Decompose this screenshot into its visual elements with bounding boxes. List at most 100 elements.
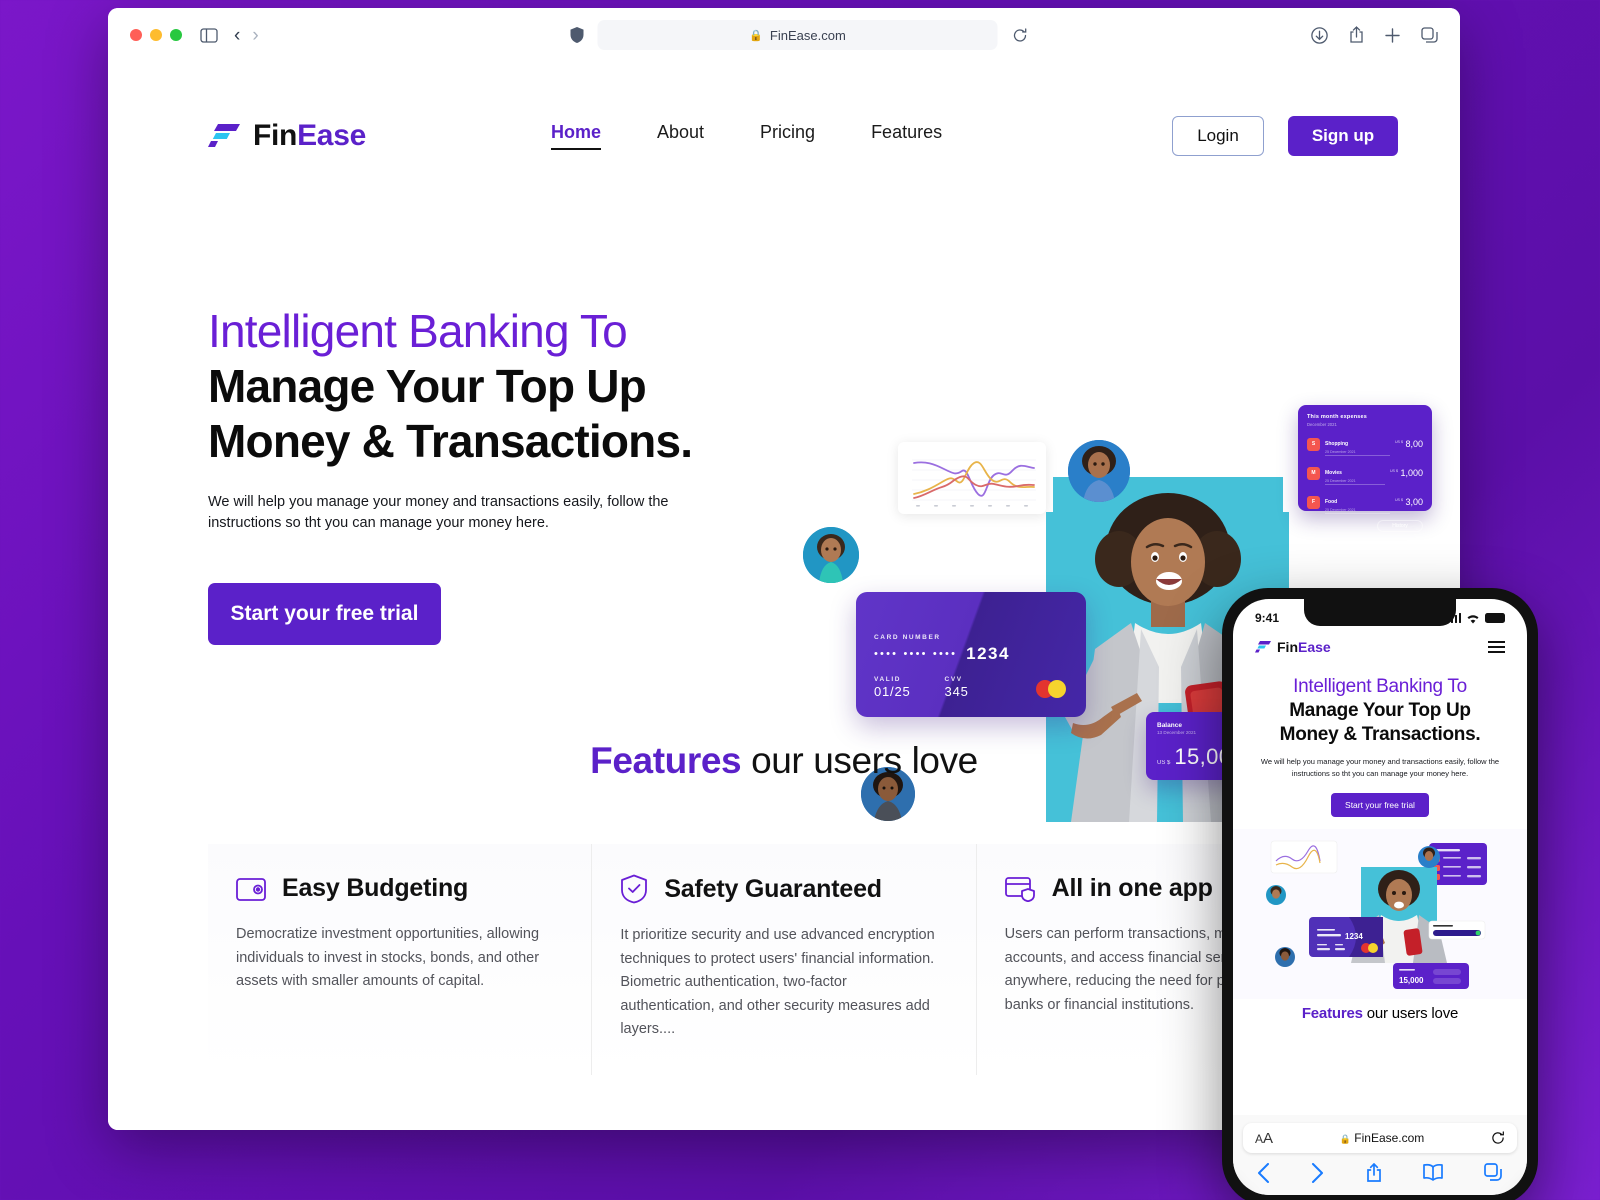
- expense-date: 25 December 2021: [1325, 508, 1356, 512]
- logo-part-1: Fin: [253, 119, 298, 152]
- maximize-window-button[interactable]: [170, 29, 182, 41]
- expense-amount-value: 8,00: [1405, 439, 1423, 449]
- feature-title: Easy Budgeting: [282, 874, 469, 903]
- mini-chart-card: [898, 442, 1046, 514]
- features-title-rest: our users love: [741, 740, 978, 782]
- text-size-button[interactable]: AA: [1255, 1130, 1273, 1147]
- feature-title: Safety Guaranteed: [664, 874, 882, 903]
- mobile-phone-mockup: 9:41 FinEase Intelligent Banking To Mana…: [1222, 588, 1538, 1200]
- share-icon[interactable]: [1349, 26, 1364, 44]
- main-nav: Home About Pricing Features: [550, 122, 942, 150]
- svg-text:1234: 1234: [1345, 932, 1363, 941]
- reload-icon[interactable]: [1013, 27, 1028, 43]
- hero-heading-line1: Intelligent Banking To: [208, 305, 628, 357]
- forward-icon[interactable]: ›: [252, 26, 258, 45]
- minimize-window-button[interactable]: [150, 29, 162, 41]
- phone-reload-icon[interactable]: [1491, 1131, 1505, 1145]
- new-tab-icon[interactable]: [1385, 27, 1400, 43]
- expense-row: F Food 25 December 2021 US $ 3,00: [1307, 490, 1423, 514]
- phone-nav-bar: [1243, 1153, 1517, 1183]
- battery-icon: [1485, 613, 1505, 623]
- expense-currency: US $: [1389, 469, 1398, 473]
- expense-badge: F: [1307, 495, 1320, 509]
- lock-icon: 🔒: [749, 29, 763, 42]
- phone-start-free-trial-button[interactable]: Start your free trial: [1331, 792, 1429, 817]
- hero-section: Intelligent Banking To Manage Your Top U…: [108, 172, 1460, 822]
- phone-features-rest: our users love: [1362, 1004, 1459, 1022]
- expense-info: Food 25 December 2021: [1325, 490, 1390, 514]
- finease-logo-icon: [1255, 640, 1272, 654]
- shield-check-icon: [620, 874, 648, 904]
- auth-buttons: Login Sign up: [1172, 116, 1398, 156]
- feature-body: It prioritize security and use advanced …: [620, 927, 935, 1037]
- expense-name: Food: [1325, 499, 1338, 505]
- expense-amount: US $ 8,00: [1395, 439, 1423, 449]
- nav-arrows[interactable]: ‹ ›: [234, 26, 259, 45]
- expense-badge: S: [1307, 437, 1320, 451]
- hero-heading-line2: Manage Your Top Up: [208, 360, 647, 413]
- signup-button[interactable]: Sign up: [1288, 116, 1398, 156]
- phone-hero-line3: Money & Transactions.: [1279, 723, 1481, 745]
- logo-text: FinEase: [253, 119, 366, 153]
- expense-row: M Movies 25 December 2021 US $ 1,000: [1307, 461, 1423, 485]
- nav-item-about[interactable]: About: [657, 122, 704, 150]
- feature-header: Safety Guaranteed: [620, 874, 937, 904]
- expense-name: Shopping: [1325, 441, 1349, 447]
- phone-notch: [1304, 599, 1456, 626]
- wallet-icon: [236, 876, 266, 902]
- avatar-1: [803, 527, 859, 583]
- phone-address-bar[interactable]: AA 🔒 FinEase.com: [1243, 1123, 1517, 1153]
- expense-name: Movies: [1325, 470, 1342, 476]
- mini-line-chart: [912, 459, 1036, 507]
- phone-hero: Intelligent Banking To Manage Your Top U…: [1233, 659, 1527, 817]
- nav-item-pricing[interactable]: Pricing: [760, 122, 815, 150]
- expense-info: Shopping 25 December 2021: [1325, 432, 1390, 456]
- back-icon[interactable]: ‹: [234, 26, 240, 45]
- lock-icon: 🔒: [1339, 1134, 1351, 1144]
- feature-card-safety-guaranteed: Safety Guaranteed It prioritize security…: [591, 844, 976, 1076]
- phone-bookmarks-icon[interactable]: [1422, 1163, 1443, 1183]
- wifi-icon: [1466, 613, 1480, 624]
- phone-features-title: Features our users love: [1233, 1005, 1527, 1022]
- download-icon[interactable]: [1311, 26, 1328, 44]
- phone-logo-part-2: Ease: [1298, 639, 1331, 655]
- shield-icon[interactable]: [570, 27, 584, 43]
- hero-subtext: We will help you manage your money and t…: [208, 493, 669, 532]
- phone-tabs-icon[interactable]: [1484, 1163, 1503, 1183]
- close-window-button[interactable]: [130, 29, 142, 41]
- card-number-label: CARD NUMBER: [874, 634, 941, 641]
- toolbar-actions: [1311, 26, 1438, 44]
- phone-features-highlight: Features: [1301, 1004, 1363, 1022]
- hero-heading-line3: Money & Transactions.: [208, 415, 693, 468]
- phone-logo-text: FinEase: [1277, 639, 1331, 655]
- phone-share-icon[interactable]: [1366, 1163, 1382, 1183]
- browser-toolbar: ‹ › 🔒 FinEase.com: [108, 8, 1460, 62]
- phone-logo[interactable]: FinEase: [1255, 639, 1331, 655]
- finease-logo-icon: [208, 122, 242, 150]
- phone-forward-icon[interactable]: [1311, 1163, 1324, 1183]
- start-free-trial-button[interactable]: Start your free trial: [208, 583, 441, 646]
- nav-item-features[interactable]: Features: [871, 122, 942, 150]
- phone-url: 🔒 FinEase.com: [1273, 1131, 1491, 1145]
- hero-heading: Intelligent Banking To Manage Your Top U…: [208, 304, 768, 470]
- hamburger-icon[interactable]: [1488, 641, 1505, 653]
- login-button[interactable]: Login: [1172, 116, 1264, 156]
- expense-currency: US $: [1394, 440, 1403, 444]
- phone-back-icon[interactable]: [1257, 1163, 1270, 1183]
- history-button[interactable]: History: [1377, 520, 1423, 532]
- phone-hero-subtext: We will help you manage your money and t…: [1260, 757, 1500, 778]
- expenses-card: This month expenses December 2021 S Shop…: [1298, 405, 1432, 532]
- hero-copy: Intelligent Banking To Manage Your Top U…: [208, 244, 768, 646]
- expense-badge: M: [1307, 466, 1320, 480]
- address-bar[interactable]: 🔒 FinEase.com: [597, 20, 1027, 50]
- window-controls[interactable]: [130, 29, 182, 41]
- logo-part-2: Ease: [297, 119, 366, 152]
- site-logo[interactable]: FinEase: [208, 119, 366, 153]
- phone-hero-line1: Intelligent Banking To: [1293, 676, 1467, 697]
- feature-header: Easy Budgeting: [236, 874, 553, 903]
- feature-body: Democratize investment opportunities, al…: [236, 926, 540, 990]
- expense-currency: US $: [1394, 498, 1403, 502]
- sidebar-icon[interactable]: [200, 27, 218, 43]
- nav-item-home[interactable]: Home: [550, 122, 601, 150]
- tabs-icon[interactable]: [1421, 27, 1438, 43]
